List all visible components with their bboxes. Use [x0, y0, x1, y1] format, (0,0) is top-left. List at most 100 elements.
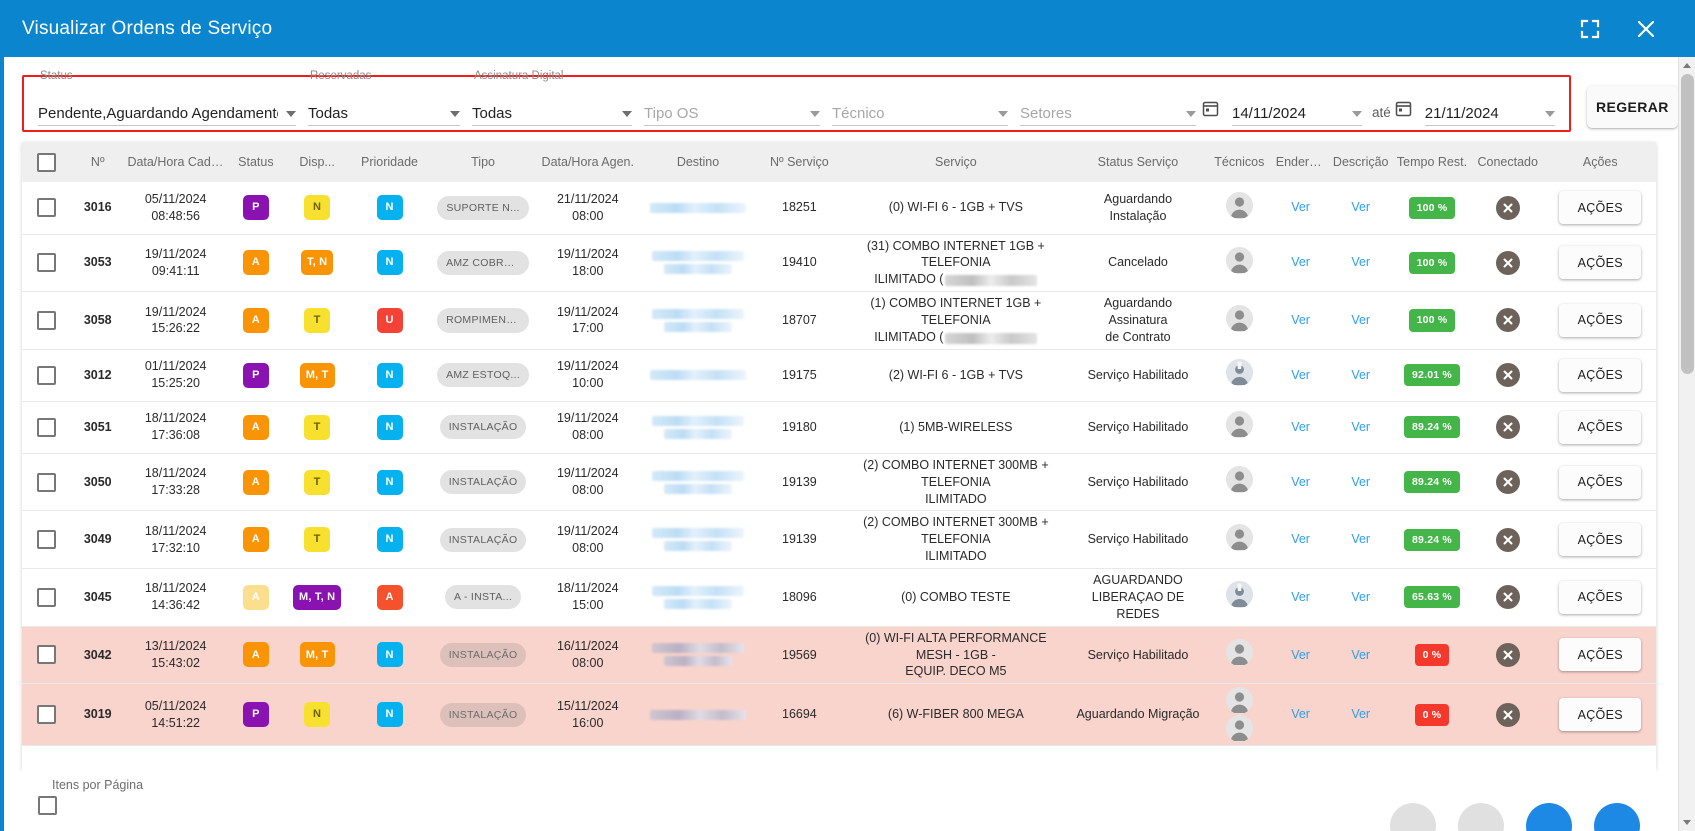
endereco-ver-link[interactable]: Ver	[1291, 532, 1310, 546]
header-numero[interactable]: Nº	[71, 142, 124, 182]
itens-por-pagina-select[interactable]	[38, 796, 57, 815]
table-row[interactable]: 3053 19/11/2024 09:41:11 A T, N N AMZ COBRA..…	[22, 234, 1656, 292]
user-avatar-icon[interactable]	[1225, 246, 1253, 274]
acoes-button[interactable]: AÇÕES	[1559, 638, 1642, 672]
header-disponibilidade[interactable]: Disp...	[285, 142, 350, 182]
acoes-button[interactable]: AÇÕES	[1559, 465, 1642, 499]
row-checkbox[interactable]	[37, 587, 56, 607]
header-tempo-restante[interactable]: Tempo Rest.	[1393, 142, 1471, 182]
acoes-button[interactable]: AÇÕES	[1559, 580, 1642, 614]
descricao-ver-link[interactable]: Ver	[1351, 255, 1370, 269]
header-status[interactable]: Status	[227, 142, 285, 182]
chevron-down-icon[interactable]	[1186, 111, 1196, 117]
chevron-down-icon[interactable]	[286, 111, 296, 117]
filter-status[interactable]: Status Pendente,Aguardando Agendamento	[38, 70, 296, 126]
conectado-x-icon[interactable]	[1495, 702, 1520, 727]
conectado-x-icon[interactable]	[1495, 527, 1520, 552]
chevron-down-icon[interactable]	[1544, 111, 1555, 117]
user-avatar-icon[interactable]	[1225, 304, 1253, 332]
endereco-ver-link[interactable]: Ver	[1291, 648, 1310, 662]
table-row[interactable]: 3016 05/11/2024 08:48:56 P N N SUPORTE N... 21…	[22, 182, 1656, 234]
chevron-down-icon[interactable]	[622, 111, 632, 117]
fullscreen-icon[interactable]	[1577, 16, 1603, 42]
acoes-button[interactable]: AÇÕES	[1559, 358, 1642, 392]
header-acoes[interactable]: Ações	[1544, 142, 1656, 182]
descricao-ver-link[interactable]: Ver	[1351, 707, 1370, 721]
close-icon[interactable]	[1633, 16, 1659, 42]
pagination-next-button[interactable]	[1526, 803, 1572, 831]
table-row[interactable]: 3051 18/11/2024 17:36:08 A T N INSTALAÇÃO 19/1…	[22, 401, 1656, 454]
table-row[interactable]: 3050 18/11/2024 17:33:28 A T N INSTALAÇÃO 19/1…	[22, 453, 1656, 511]
header-conectado[interactable]: Conectado	[1471, 142, 1545, 182]
row-checkbox[interactable]	[37, 472, 56, 492]
descricao-ver-link[interactable]: Ver	[1351, 313, 1370, 327]
table-row[interactable]: 3019 05/11/2024 14:51:22 P N N INSTALAÇÃO 15/1…	[22, 683, 1656, 746]
header-status-servico[interactable]: Status Serviço	[1070, 142, 1206, 182]
table-row[interactable]: 3042 13/11/2024 15:43:02 A M, T N INSTALAÇÃO 1…	[22, 626, 1656, 684]
chevron-down-icon[interactable]	[1352, 111, 1362, 117]
user-avatar-icon[interactable]	[1225, 466, 1253, 494]
chevron-down-icon[interactable]	[450, 111, 460, 117]
endereco-ver-link[interactable]: Ver	[1291, 420, 1310, 434]
row-checkbox[interactable]	[37, 705, 56, 725]
filter-setores[interactable]: Setores	[1020, 86, 1196, 126]
table-row[interactable]: 3049 18/11/2024 17:32:10 A T N INSTALAÇÃO 19/1…	[22, 510, 1656, 569]
row-checkbox[interactable]	[37, 365, 56, 385]
pagination-last-button[interactable]	[1594, 803, 1640, 831]
row-checkbox[interactable]	[37, 645, 56, 665]
tecnicos-avatar-stack[interactable]	[1210, 687, 1269, 743]
header-servico[interactable]: Serviço	[842, 142, 1070, 182]
conectado-x-icon[interactable]	[1495, 585, 1520, 610]
scroll-down-arrow-icon[interactable]	[1679, 814, 1695, 831]
conectado-x-icon[interactable]	[1495, 195, 1520, 220]
scroll-up-arrow-icon[interactable]	[1679, 57, 1695, 74]
table-row[interactable]: 3045 18/11/2024 14:36:42 A M, T, N A A - INST…	[22, 568, 1656, 627]
row-checkbox[interactable]	[37, 530, 56, 550]
descricao-ver-link[interactable]: Ver	[1351, 648, 1370, 662]
conectado-x-icon[interactable]	[1495, 470, 1520, 495]
filter-date-from[interactable]: 14/11/2024	[1232, 86, 1362, 126]
endereco-ver-link[interactable]: Ver	[1291, 707, 1310, 721]
header-tecnicos[interactable]: Técnicos	[1206, 142, 1273, 182]
filter-assinatura-digital[interactable]: Assinatura Digital Todas	[472, 70, 632, 126]
endereco-ver-link[interactable]: Ver	[1291, 368, 1310, 382]
header-numero-servico[interactable]: Nº Serviço	[757, 142, 842, 182]
technician-avatar-icon[interactable]	[1225, 581, 1253, 609]
table-row[interactable]: 3058 19/11/2024 15:26:22 A T U ROMPIMENT... 19…	[22, 291, 1656, 350]
conectado-x-icon[interactable]	[1495, 415, 1520, 440]
technician-avatar-icon[interactable]	[1225, 359, 1253, 387]
filter-date-to[interactable]: 21/11/2024	[1424, 86, 1555, 126]
filter-tecnico[interactable]: Técnico	[832, 86, 1008, 126]
conectado-x-icon[interactable]	[1495, 308, 1520, 333]
row-checkbox[interactable]	[37, 417, 56, 437]
header-prioridade[interactable]: Prioridade	[349, 142, 429, 182]
descricao-ver-link[interactable]: Ver	[1351, 590, 1370, 604]
filter-reservadas[interactable]: Reservadas Todas	[308, 70, 460, 126]
conectado-x-icon[interactable]	[1495, 642, 1520, 667]
filter-tipo-os[interactable]: Tipo OS	[644, 86, 820, 126]
pagination-prev-button[interactable]	[1458, 803, 1504, 831]
acoes-button[interactable]: AÇÕES	[1559, 246, 1642, 280]
descricao-ver-link[interactable]: Ver	[1351, 475, 1370, 489]
chevron-down-icon[interactable]	[810, 111, 820, 117]
table-row[interactable]: 3012 01/11/2024 15:25:20 P M, T N AMZ ESTOQ..…	[22, 349, 1656, 402]
acoes-button[interactable]: AÇÕES	[1559, 410, 1642, 444]
endereco-ver-link[interactable]: Ver	[1291, 475, 1310, 489]
acoes-button[interactable]: AÇÕES	[1559, 191, 1642, 225]
user-avatar-icon[interactable]	[1225, 523, 1253, 551]
scrollbar-thumb[interactable]	[1681, 74, 1694, 374]
descricao-ver-link[interactable]: Ver	[1351, 368, 1370, 382]
vertical-scrollbar[interactable]	[1678, 57, 1695, 831]
regerar-button[interactable]: REGERAR	[1586, 85, 1678, 128]
conectado-x-icon[interactable]	[1495, 363, 1520, 388]
pagination-first-button[interactable]	[1390, 803, 1436, 831]
header-descricao[interactable]: Descrição	[1328, 142, 1393, 182]
calendar-icon[interactable]	[1395, 100, 1412, 122]
acoes-button[interactable]: AÇÕES	[1559, 523, 1642, 557]
calendar-icon[interactable]	[1202, 100, 1219, 122]
row-checkbox[interactable]	[37, 310, 56, 330]
endereco-ver-link[interactable]: Ver	[1291, 590, 1310, 604]
endereco-ver-link[interactable]: Ver	[1291, 313, 1310, 327]
user-avatar-icon[interactable]	[1225, 639, 1253, 666]
header-data-agendamento[interactable]: Data/Hora Agen.	[537, 142, 639, 182]
